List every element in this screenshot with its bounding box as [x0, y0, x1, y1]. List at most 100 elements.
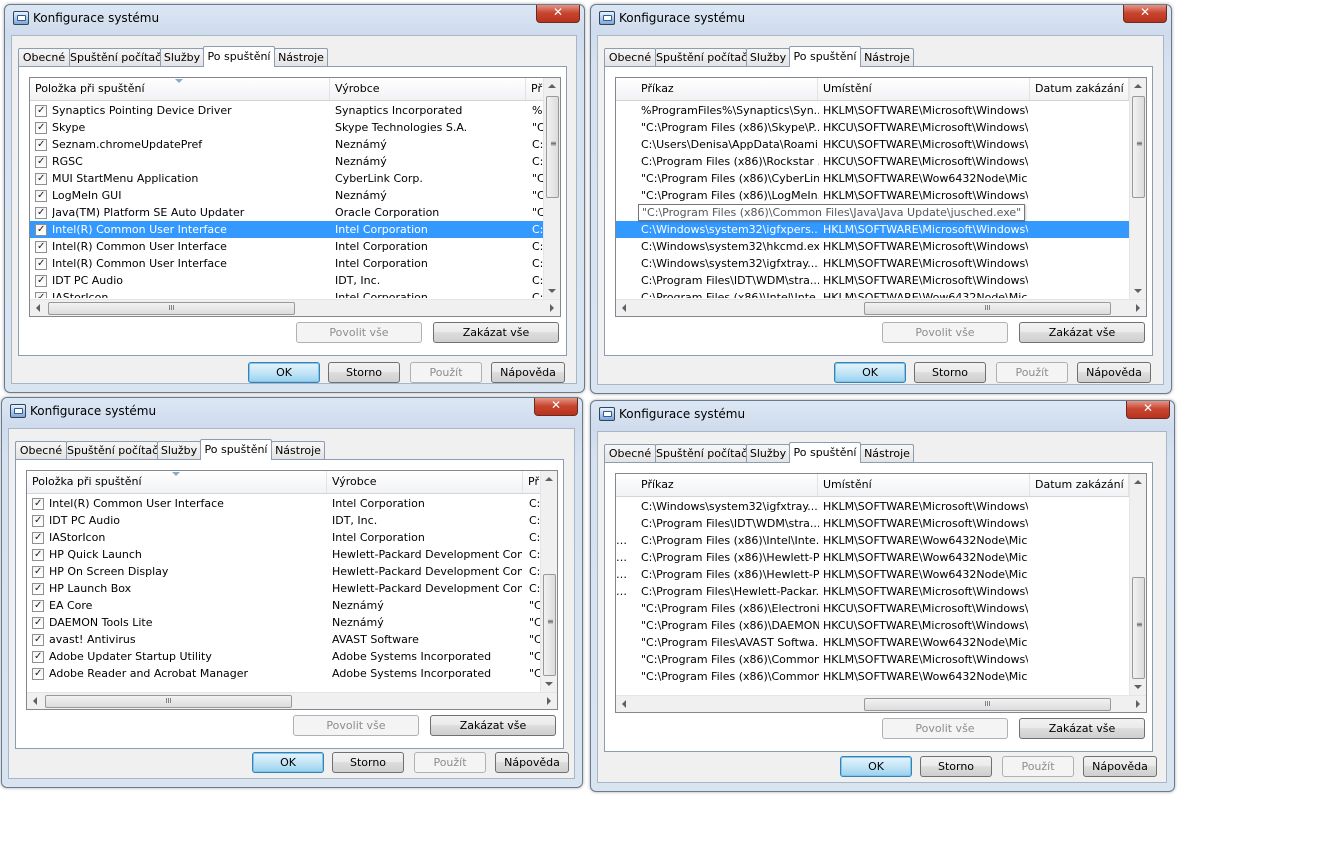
enabled-checkbox[interactable] — [35, 153, 47, 170]
scroll-right-arrow-icon[interactable] — [547, 697, 551, 705]
close-button[interactable]: ✕ — [536, 5, 580, 23]
disable-all-button[interactable]: Zakázat vše — [433, 322, 559, 343]
list-item[interactable]: Seznam.chromeUpdatePref Neznámý C: — [30, 136, 543, 153]
tab-general[interactable]: Obecné — [18, 48, 70, 66]
ok-button[interactable]: OK — [840, 756, 912, 777]
startup-commands-list[interactable]: Příkaz Umístění Datum zakázání %ProgramF… — [615, 77, 1147, 317]
list-item[interactable]: "C:\Program Files\AVAST Softwa... HKLM\SO… — [616, 634, 1129, 651]
list-item[interactable]: DAEMON Tools Lite Neznámý "C — [27, 614, 540, 631]
list-item[interactable]: IAStorIcon Intel Corporation C: — [27, 529, 540, 546]
list-item[interactable]: C:\Windows\system32\igfxtray.... HKLM\SOF… — [616, 255, 1129, 272]
vertical-scrollbar[interactable]: ≡ — [1129, 474, 1146, 695]
cancel-button[interactable]: Storno — [332, 752, 404, 773]
title-bar[interactable]: Konfigurace systému ✕ — [2, 398, 582, 426]
tab-general[interactable]: Obecné — [604, 48, 656, 66]
list-item[interactable]: Adobe Reader and Acrobat Manager Adobe Sy… — [27, 665, 540, 682]
list-item[interactable]: C:\Windows\system32\igfxtray.... HKLM\SOF… — [616, 498, 1129, 515]
enable-all-button[interactable]: Povolit vše — [882, 718, 1008, 739]
list-item[interactable]: C:\Users\Denisa\AppData\Roami... HKCU\SOF… — [616, 136, 1129, 153]
tab-boot[interactable]: Spuštění počítače — [69, 48, 168, 66]
tab-general[interactable]: Obecné — [15, 441, 67, 459]
list-item[interactable]: … C:\Program Files\Hewlett-Packar... HKLM\… — [616, 583, 1129, 600]
apply-button[interactable]: Použít — [1002, 756, 1074, 777]
column-header-command[interactable]: Příkaz — [636, 78, 818, 100]
cancel-button[interactable]: Storno — [328, 362, 400, 383]
enabled-checkbox[interactable] — [32, 563, 44, 580]
vertical-scrollbar[interactable]: ≡ — [543, 78, 560, 299]
list-item[interactable]: … C:\Program Files (x86)\Hewlett-P... HKLM… — [616, 549, 1129, 566]
vertical-scrollbar[interactable]: ≡ — [540, 471, 557, 692]
list-item[interactable]: Intel(R) Common User Interface Intel Corp… — [27, 495, 540, 512]
scroll-thumb-horizontal[interactable]: III — [864, 698, 1111, 711]
ok-button[interactable]: OK — [834, 362, 906, 383]
list-item[interactable]: "C:\Program Files (x86)\LogMeIn... HKLM\S… — [616, 187, 1129, 204]
startup-commands-list[interactable]: Příkaz Umístění Datum zakázání C:\Window… — [615, 473, 1147, 713]
close-button[interactable]: ✕ — [534, 398, 578, 416]
apply-button[interactable]: Použít — [414, 752, 486, 773]
list-item[interactable]: C:\Program Files\IDT\WDM\stra... HKLM\SOF… — [616, 272, 1129, 289]
list-item[interactable]: C:\Program Files (x86)\Intel\Inte... HKLM… — [616, 289, 1129, 298]
list-item[interactable]: RGSC Neznámý C: — [30, 153, 543, 170]
enabled-checkbox[interactable] — [32, 495, 44, 512]
vertical-scrollbar[interactable]: ≡ — [1129, 78, 1146, 299]
tab-services[interactable]: Služby — [160, 48, 204, 66]
enabled-checkbox[interactable] — [35, 204, 47, 221]
cancel-button[interactable]: Storno — [920, 756, 992, 777]
tab-boot[interactable]: Spuštění počítače — [655, 444, 754, 462]
startup-items-list[interactable]: Položka při spuštění Výrobce Př Intel(R)… — [26, 470, 558, 710]
list-item[interactable]: "C:\Program Files (x86)\Common... HKLM\SO… — [616, 651, 1129, 668]
disable-all-button[interactable]: Zakázat vše — [1019, 322, 1145, 343]
tab-boot[interactable]: Spuštění počítače — [66, 441, 165, 459]
disable-all-button[interactable]: Zakázat vše — [1019, 718, 1145, 739]
horizontal-scrollbar[interactable]: III — [27, 692, 557, 709]
enabled-checkbox[interactable] — [32, 597, 44, 614]
horizontal-scrollbar[interactable]: III — [616, 695, 1146, 712]
close-button[interactable]: ✕ — [1126, 401, 1170, 419]
enabled-checkbox[interactable] — [35, 102, 47, 119]
scroll-down-arrow-icon[interactable] — [545, 682, 553, 686]
scroll-thumb-horizontal[interactable]: III — [864, 302, 1111, 315]
title-bar[interactable]: Konfigurace systému ✕ — [5, 5, 584, 33]
enabled-checkbox[interactable] — [32, 529, 44, 546]
column-header-command[interactable]: Příkaz — [636, 474, 818, 496]
scroll-left-arrow-icon[interactable] — [622, 304, 626, 312]
list-item[interactable]: Skype Skype Technologies S.A. "C — [30, 119, 543, 136]
list-item[interactable]: MUI StartMenu Application CyberLink Corp.… — [30, 170, 543, 187]
enabled-checkbox[interactable] — [35, 170, 47, 187]
column-header-location[interactable]: Umístění — [818, 474, 1030, 496]
list-item[interactable]: "C:\Program Files (x86)\Common... HKLM\SO… — [616, 668, 1129, 685]
cancel-button[interactable]: Storno — [914, 362, 986, 383]
column-header-vendor[interactable]: Výrobce — [327, 471, 523, 493]
scroll-down-arrow-icon[interactable] — [1134, 685, 1142, 689]
list-item[interactable]: Java(TM) Platform SE Auto Updater Oracle … — [30, 204, 543, 221]
tab-services[interactable]: Služby — [746, 444, 790, 462]
scroll-thumb[interactable]: ≡ — [543, 574, 556, 676]
tab-tools[interactable]: Nástroje — [271, 441, 325, 459]
list-item[interactable]: IDT PC Audio IDT, Inc. C: — [27, 512, 540, 529]
enabled-checkbox[interactable] — [35, 136, 47, 153]
help-button[interactable]: Nápověda — [1083, 756, 1157, 777]
close-button[interactable]: ✕ — [1123, 5, 1167, 23]
tab-tools[interactable]: Nástroje — [860, 444, 914, 462]
tab-tools[interactable]: Nástroje — [860, 48, 914, 66]
scroll-down-arrow-icon[interactable] — [548, 289, 556, 293]
scroll-down-arrow-icon[interactable] — [1134, 289, 1142, 293]
list-item[interactable]: C:\Program Files\IDT\WDM\stra... HKLM\SOF… — [616, 515, 1129, 532]
list-item[interactable]: Adobe Updater Startup Utility Adobe Syste… — [27, 648, 540, 665]
tab-startup[interactable]: Po spuštění — [203, 46, 275, 67]
list-item[interactable]: LogMeIn GUI Neznámý "C — [30, 187, 543, 204]
enable-all-button[interactable]: Povolit vše — [296, 322, 422, 343]
startup-items-list[interactable]: Položka při spuštění Výrobce Př Synaptic… — [29, 77, 561, 317]
scroll-thumb-horizontal[interactable]: III — [48, 302, 295, 315]
enabled-checkbox[interactable] — [35, 238, 47, 255]
tab-startup[interactable]: Po spuštění — [200, 439, 272, 460]
tab-startup[interactable]: Po spuštění — [789, 442, 861, 463]
tab-services[interactable]: Služby — [746, 48, 790, 66]
title-bar[interactable]: Konfigurace systému ✕ — [591, 401, 1174, 429]
ok-button[interactable]: OK — [248, 362, 320, 383]
list-item[interactable]: … C:\Program Files (x86)\Hewlett-P... HKLM… — [616, 566, 1129, 583]
tab-general[interactable]: Obecné — [604, 444, 656, 462]
list-item[interactable]: HP On Screen Display Hewlett-Packard Deve… — [27, 563, 540, 580]
list-item[interactable]: C:\Windows\system32\hkcmd.exe HKLM\SOFTWA… — [616, 238, 1129, 255]
scroll-up-arrow-icon[interactable] — [1134, 84, 1142, 88]
